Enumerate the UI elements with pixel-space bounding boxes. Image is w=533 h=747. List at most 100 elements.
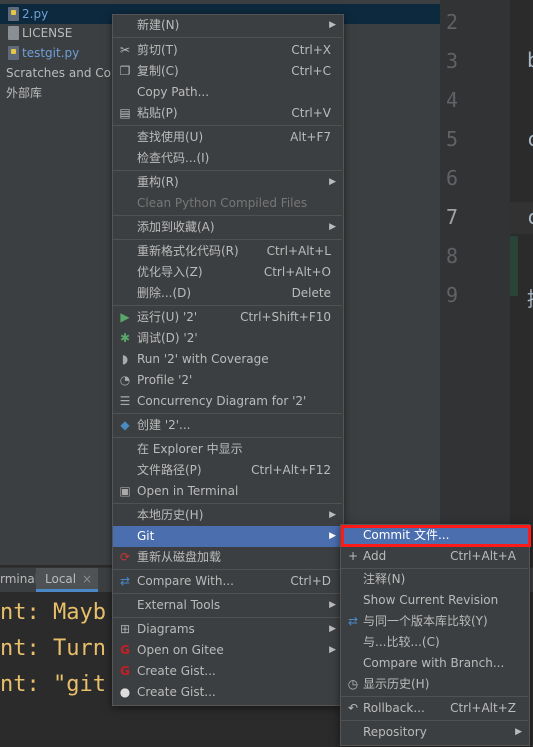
terminal-line: nt: "git — [0, 672, 106, 697]
menu-separator — [113, 503, 342, 504]
scissors-icon: ✂ — [119, 43, 131, 57]
reload-icon: ⟳ — [119, 550, 131, 564]
tree-item-license[interactable]: LICENSE — [0, 23, 72, 43]
menu-item-diagrams[interactable]: ⊞ Diagrams ▶ — [113, 619, 342, 640]
menu-separator — [113, 215, 342, 216]
clock-icon: ◷ — [347, 677, 359, 691]
tree-item-external-libraries[interactable]: 外部库 — [0, 83, 42, 103]
menu-item-compare-with[interactable]: ⇄ Compare With... Ctrl+D — [113, 571, 342, 592]
menu-separator — [113, 305, 342, 306]
menu-item-add-to-favorites[interactable]: 添加到收藏(A) ▶ — [113, 217, 342, 238]
menu-item-run-coverage[interactable]: ◗ Run '2' with Coverage — [113, 349, 342, 370]
tab-local[interactable]: Local × — [36, 568, 98, 592]
submenu-item-repository[interactable]: Repository ▶ — [341, 722, 528, 743]
text-file-icon — [8, 26, 19, 40]
menu-item-paste[interactable]: ▤ 粘贴(P) Ctrl+V — [113, 103, 342, 124]
submenu-item-show-current-revision[interactable]: Show Current Revision — [341, 590, 528, 611]
line-number: 8 — [446, 244, 459, 268]
menu-item-open-on-gitee[interactable]: G Open on Gitee ▶ — [113, 640, 342, 661]
menu-item-debug[interactable]: ✱ 调试(D) '2' — [113, 328, 342, 349]
menu-separator — [113, 125, 342, 126]
menu-item-reload-from-disk[interactable]: ⟳ 重新从磁盘加载 — [113, 547, 342, 568]
chevron-right-icon: ▶ — [329, 600, 336, 610]
line-number: 9 — [446, 283, 459, 307]
line-number: 3 — [446, 49, 459, 73]
menu-item-create[interactable]: ◆ 创建 '2'... — [113, 415, 342, 436]
menu-item-copy-path[interactable]: Copy Path... — [113, 82, 342, 103]
menu-item-open-terminal[interactable]: ▣ Open in Terminal — [113, 481, 342, 502]
menu-item-delete[interactable]: 删除...(D) Delete — [113, 283, 342, 304]
code-text: 提 — [527, 283, 533, 312]
menu-item-run[interactable]: ▶ 运行(U) '2' Ctrl+Shift+F10 — [113, 307, 342, 328]
gitee-icon: G — [120, 664, 130, 678]
menu-item-refactor[interactable]: 重构(R) ▶ — [113, 172, 342, 193]
chevron-right-icon: ▶ — [329, 177, 336, 187]
close-icon[interactable]: × — [82, 572, 92, 586]
terminal-line: nt: Mayb — [0, 600, 106, 625]
terminal-line: nt: Turn — [0, 636, 106, 661]
chevron-right-icon: ▶ — [329, 531, 336, 541]
menu-item-create-gist-github[interactable]: ● Create Gist... — [113, 682, 342, 703]
terminal-icon: ▣ — [119, 484, 131, 498]
python-file-icon — [8, 46, 19, 60]
menu-item-cut[interactable]: ✂ 剪切(T) Ctrl+X — [113, 40, 342, 61]
chevron-right-icon: ▶ — [329, 510, 336, 520]
menu-separator — [113, 569, 342, 570]
menu-item-inspect-code[interactable]: 检查代码...(I) — [113, 148, 342, 169]
menu-item-git[interactable]: Git ▶ — [113, 526, 342, 547]
coverage-icon: ◗ — [121, 352, 129, 366]
menu-item-reformat[interactable]: 重新格式化代码(R) Ctrl+Alt+L — [113, 241, 342, 262]
change-marker — [510, 236, 518, 296]
concurrency-icon: ☰ — [119, 394, 131, 408]
menu-item-profile[interactable]: ◔ Profile '2' — [113, 370, 342, 391]
menu-item-find-usages[interactable]: 查找使用(U) Alt+F7 — [113, 127, 342, 148]
menu-item-create-gist-gitee[interactable]: G Create Gist... — [113, 661, 342, 682]
debug-icon: ✱ — [119, 331, 131, 345]
submenu-item-compare-with[interactable]: 与...比较...(C) — [341, 632, 528, 653]
submenu-item-add[interactable]: + Add Ctrl+Alt+A — [341, 546, 528, 567]
code-text: c — [527, 127, 533, 151]
gitee-icon: G — [120, 643, 130, 657]
diagram-icon: ⊞ — [119, 622, 131, 636]
menu-item-copy[interactable]: ❐ 复制(C) Ctrl+C — [113, 61, 342, 82]
code-text: c — [527, 205, 533, 229]
code-text: b — [527, 48, 533, 72]
menu-separator — [341, 720, 528, 721]
menu-item-clean-python: Clean Python Compiled Files — [137, 196, 308, 210]
line-number: 5 — [446, 127, 459, 151]
tree-item-scratches[interactable]: Scratches and Cor — [0, 63, 116, 83]
rollback-icon: ↶ — [347, 701, 359, 715]
menu-separator — [113, 617, 342, 618]
menu-separator — [113, 37, 342, 38]
chevron-right-icon: ▶ — [515, 727, 522, 737]
python-icon: ◆ — [120, 418, 130, 432]
menu-separator — [113, 170, 342, 171]
python-file-icon — [8, 7, 19, 21]
line-number-current: 7 — [446, 205, 459, 229]
github-icon: ● — [119, 685, 131, 699]
submenu-item-compare-same-repo[interactable]: ⇄ 与同一个版本库比较(Y) — [341, 611, 528, 632]
menu-item-show-in-explorer[interactable]: 在 Explorer 中显示 — [113, 439, 342, 460]
line-number: 2 — [446, 10, 459, 34]
chevron-right-icon: ▶ — [329, 645, 336, 655]
submenu-item-show-history[interactable]: ◷ 显示历史(H) — [341, 674, 528, 695]
menu-item-concurrency[interactable]: ☰ Concurrency Diagram for '2' — [113, 391, 342, 412]
menu-separator — [113, 593, 342, 594]
menu-item-external-tools[interactable]: External Tools ▶ — [113, 595, 342, 616]
menu-separator — [113, 239, 342, 240]
profile-icon: ◔ — [119, 373, 131, 387]
chevron-right-icon: ▶ — [329, 222, 336, 232]
paste-icon: ▤ — [119, 106, 131, 120]
line-number: 4 — [446, 88, 459, 112]
menu-item-file-path[interactable]: 文件路径(P) Ctrl+Alt+F12 — [113, 460, 342, 481]
plus-icon: + — [347, 549, 359, 563]
line-number: 6 — [446, 166, 459, 190]
menu-separator — [113, 413, 342, 414]
tree-item-testgit[interactable]: testgit.py — [0, 43, 79, 63]
menu-item-local-history[interactable]: 本地历史(H) ▶ — [113, 505, 342, 526]
submenu-item-compare-branch[interactable]: Compare with Branch... — [341, 653, 528, 674]
submenu-item-annotate[interactable]: 注释(N) — [341, 569, 528, 590]
menu-item-optimize-imports[interactable]: 优化导入(Z) Ctrl+Alt+O — [113, 262, 342, 283]
menu-item-new[interactable]: 新建(N) ▶ — [113, 15, 342, 36]
submenu-item-rollback[interactable]: ↶ Rollback... Ctrl+Alt+Z — [341, 698, 528, 719]
